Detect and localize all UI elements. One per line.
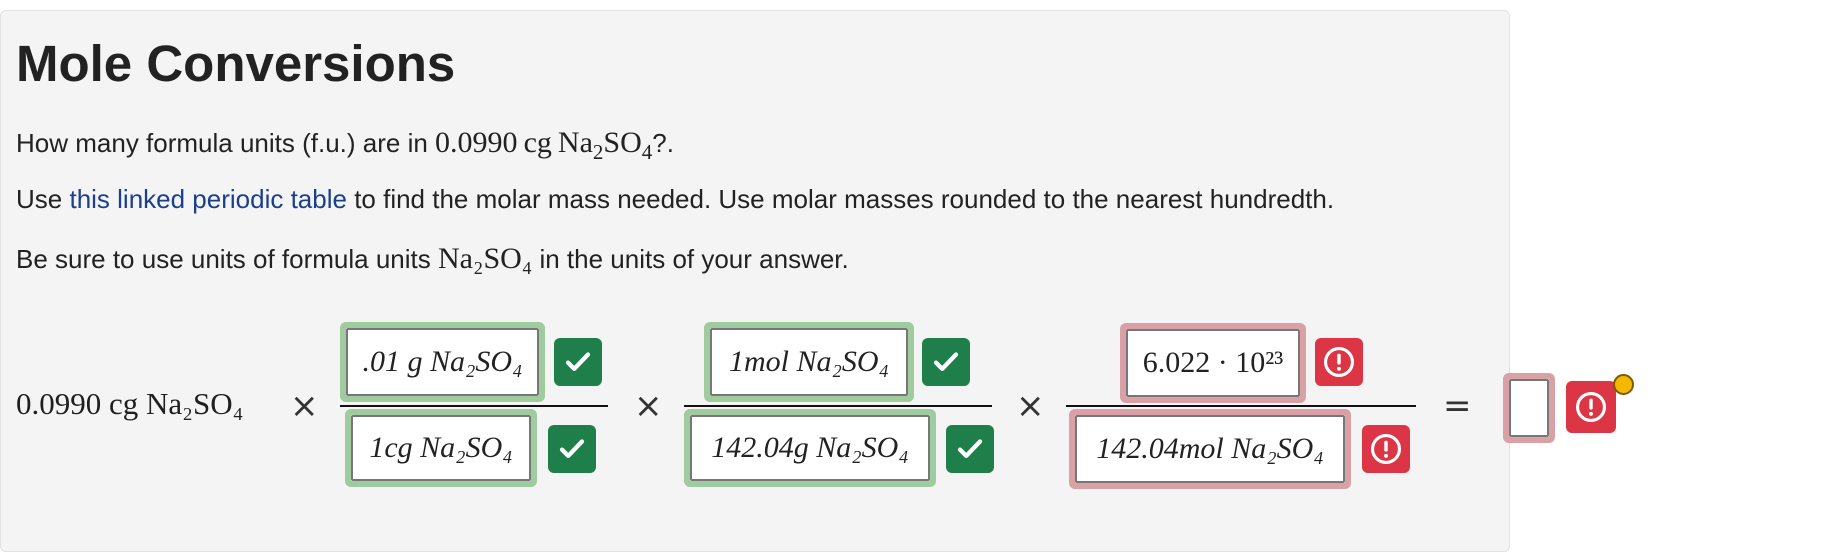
correct-badge	[922, 338, 970, 386]
equals-operator: =	[1443, 386, 1472, 426]
given-quantity: 0.0990 cg Na₂SO₄	[16, 386, 244, 421]
correct-badge	[946, 425, 994, 473]
incorrect-badge	[1315, 338, 1363, 386]
answer-input[interactable]	[1503, 373, 1555, 443]
numerator-input[interactable]: .01 g Na₂SO₄	[340, 322, 545, 402]
correct-badge	[554, 338, 602, 386]
incorrect-badge	[1566, 381, 1616, 433]
exclamation-circle-icon	[1575, 391, 1607, 423]
periodic-table-link[interactable]: this linked periodic table	[69, 184, 347, 214]
instruction-text: Use this linked periodic table to find t…	[16, 184, 1335, 214]
exclamation-circle-icon	[1323, 346, 1355, 378]
numerator-input[interactable]: 1mol Na₂SO₄	[704, 322, 914, 402]
times-operator: ×	[634, 386, 663, 426]
question-quantity: 0.0990 cg Na2SO4	[435, 126, 653, 164]
numerator-input[interactable]: 6.022 · 10²³	[1120, 323, 1306, 403]
units-species: Na₂SO₄	[438, 242, 533, 275]
times-operator: ×	[1016, 386, 1045, 426]
check-icon	[933, 352, 959, 371]
check-icon	[565, 352, 591, 371]
exclamation-circle-icon	[1370, 433, 1402, 465]
notification-dot-icon	[1613, 374, 1634, 395]
question-lead: How many formula units (f.u.) are in	[16, 128, 436, 158]
fraction-bar	[340, 405, 608, 407]
page-title: Mole Conversions	[16, 35, 456, 92]
check-icon	[559, 439, 585, 458]
correct-badge	[548, 425, 596, 473]
question-text: How many formula units (f.u.) are in 0.0…	[16, 126, 674, 164]
times-operator: ×	[290, 386, 319, 426]
denominator-input[interactable]: 142.04mol Na₂SO₄	[1069, 409, 1351, 489]
fraction-bar	[1066, 405, 1416, 407]
incorrect-badge	[1362, 425, 1410, 473]
denominator-input[interactable]: 142.04g Na₂SO₄	[684, 409, 936, 487]
check-icon	[957, 439, 983, 458]
denominator-input[interactable]: 1cg Na₂SO₄	[345, 409, 537, 487]
fraction-bar	[684, 405, 992, 407]
units-note: Be sure to use units of formula units Na…	[16, 242, 849, 275]
